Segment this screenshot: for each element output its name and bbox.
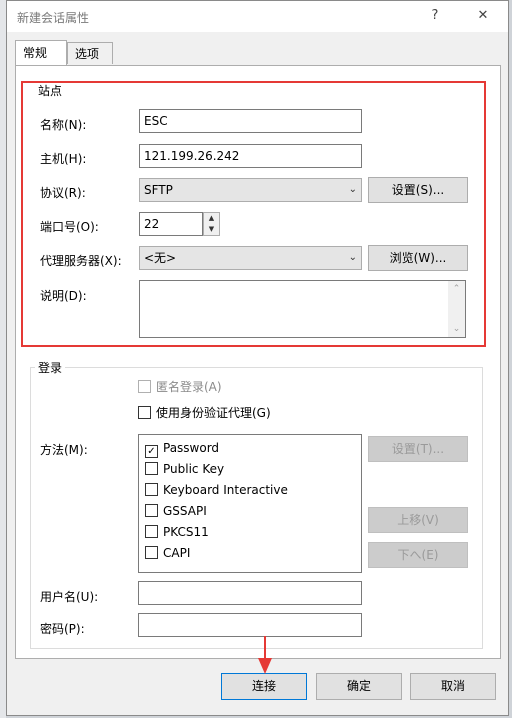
checkbox-checked-icon: ✓ [145, 445, 158, 458]
close-button[interactable]: ✕ [471, 5, 495, 27]
login-group-title: 登录 [35, 359, 66, 376]
checkbox-box [138, 380, 151, 393]
username-input[interactable] [138, 581, 362, 605]
tab-options[interactable]: 选项 [67, 42, 113, 64]
auth-method-list[interactable]: ✓ Password Public Key Keyboard Interactiv… [138, 434, 362, 573]
auth-agent-label: 使用身份验证代理(G) [156, 406, 271, 420]
anonymous-login-label: 匿名登录(A) [156, 380, 222, 394]
checkbox-box [145, 462, 158, 475]
tab-general[interactable]: 常规 [15, 40, 67, 65]
anonymous-login-checkbox[interactable]: 匿名登录(A) [138, 379, 222, 395]
session-properties-dialog: 新建会话属性 ? ✕ 常规 选项 站点 名称(N): ESC 主机(H): 12… [6, 0, 509, 716]
move-up-button[interactable]: 上移(V) [368, 507, 468, 533]
password-label: 密码(P): [40, 622, 85, 636]
move-down-button[interactable]: 下へ(E) [368, 542, 468, 568]
connect-button[interactable]: 连接 [221, 673, 307, 700]
password-input[interactable] [138, 613, 362, 637]
method-label: 方法(M): [40, 443, 88, 457]
method-keyboard-interactive[interactable]: Keyboard Interactive [145, 482, 288, 498]
method-settings-button[interactable]: 设置(T)... [368, 436, 468, 462]
method-public-key[interactable]: Public Key [145, 461, 224, 477]
auth-agent-checkbox[interactable]: 使用身份验证代理(G) [138, 405, 271, 421]
ok-button[interactable]: 确定 [316, 673, 402, 700]
method-capi[interactable]: CAPI [145, 545, 190, 561]
method-pkcs11[interactable]: PKCS11 [145, 524, 209, 540]
dialog-title: 新建会话属性 [17, 11, 90, 25]
checkbox-box [145, 546, 158, 559]
title-bar: 新建会话属性 ? ✕ [7, 1, 508, 32]
cancel-button[interactable]: 取消 [410, 673, 496, 700]
highlight-frame [21, 81, 486, 347]
method-password[interactable]: ✓ Password [145, 440, 219, 458]
help-button[interactable]: ? [423, 5, 447, 27]
method-gssapi[interactable]: GSSAPI [145, 503, 207, 519]
checkbox-box [145, 525, 158, 538]
username-label: 用户名(U): [40, 590, 99, 604]
checkbox-box [145, 483, 158, 496]
checkbox-box [138, 406, 151, 419]
checkbox-box [145, 504, 158, 517]
red-arrow-icon [258, 636, 272, 674]
